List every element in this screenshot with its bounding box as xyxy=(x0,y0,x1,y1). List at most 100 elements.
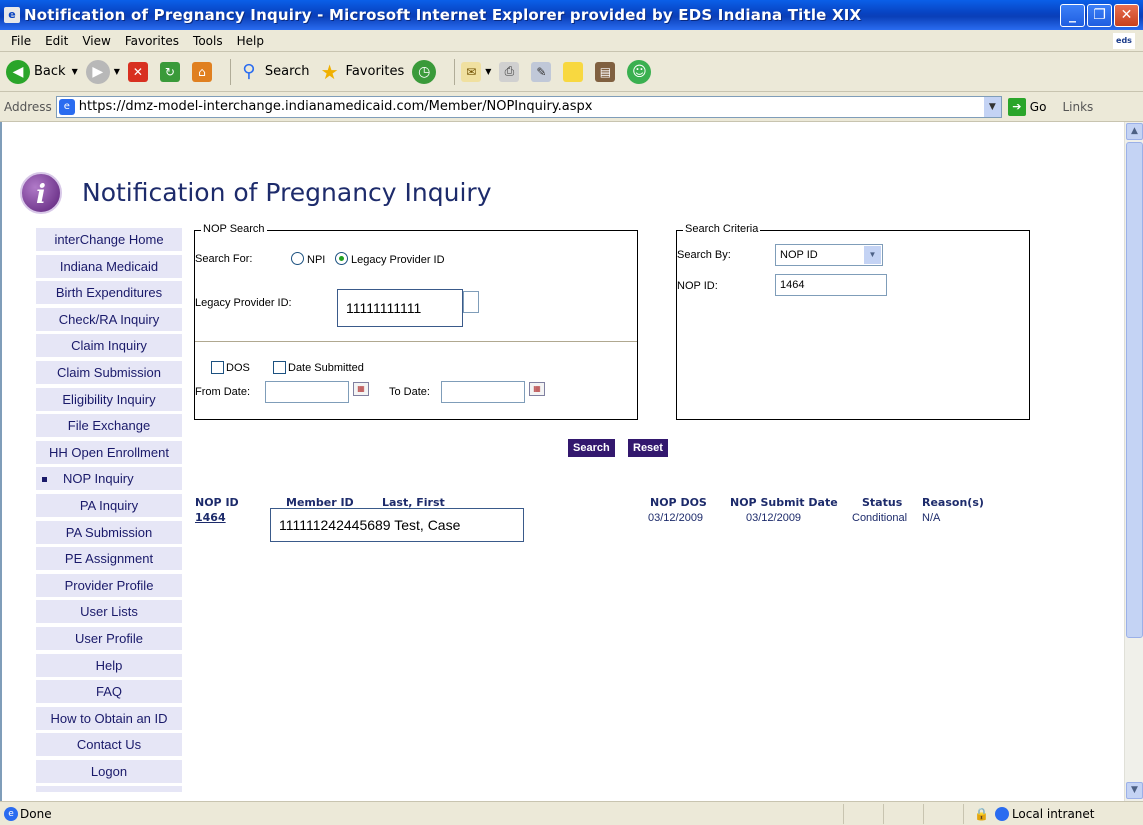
result-status: Conditional xyxy=(852,512,908,524)
close-button[interactable]: ✕ xyxy=(1114,3,1139,27)
address-input[interactable]: e https://dmz-model-interchange.indianam… xyxy=(55,95,1002,118)
to-date-input[interactable] xyxy=(441,381,525,403)
date-submitted-checkbox[interactable] xyxy=(273,361,286,374)
from-date-calendar-icon[interactable]: ▦ xyxy=(353,382,369,396)
security-zone: 🔒 Local intranet xyxy=(963,803,1143,824)
menu-bar: File Edit View Favorites Tools Help eds xyxy=(0,30,1143,52)
menu-tools[interactable]: Tools xyxy=(186,34,230,48)
to-date-calendar-icon[interactable]: ▦ xyxy=(529,382,545,396)
scroll-up-icon[interactable]: ▲ xyxy=(1126,123,1143,140)
scroll-down-icon[interactable]: ▼ xyxy=(1126,782,1143,799)
stop-icon: ✕ xyxy=(127,61,148,82)
menu-view[interactable]: View xyxy=(75,34,117,48)
status-pane xyxy=(843,803,883,824)
vertical-scrollbar[interactable]: ▲ ▼ xyxy=(1124,122,1143,801)
nop-id-input[interactable]: 1464 xyxy=(775,274,887,296)
nav-item-help[interactable]: Help xyxy=(36,653,182,677)
active-bullet-icon xyxy=(42,477,47,483)
status-pane xyxy=(883,803,923,824)
forward-button[interactable]: ▶ ▼ xyxy=(85,59,120,84)
nav-item-faq[interactable]: FAQ xyxy=(36,680,182,704)
lock-icon: 🔒 xyxy=(974,806,989,821)
edit-icon: ✎ xyxy=(531,61,552,82)
nav-item-user-profile[interactable]: User Profile xyxy=(36,626,182,650)
result-member-id-name: 111111242445689 Test, Case xyxy=(270,508,524,542)
legacy-provider-id-extra-input[interactable] xyxy=(463,291,479,313)
legacy-provider-id-input[interactable]: 11111111111 xyxy=(337,289,463,327)
toolbar: ◀ Back ▼ ▶ ▼ ✕ ↻ ⌂ ⚲ Search ★ Favorites … xyxy=(0,52,1143,92)
nop-id-label: NOP ID: xyxy=(677,280,718,292)
nav-item-indiana-medicaid[interactable]: Indiana Medicaid xyxy=(36,254,182,278)
nav-item-partial xyxy=(36,786,182,793)
nav-item-nop-inquiry[interactable]: NOP Inquiry xyxy=(36,467,182,491)
nav-item-pa-submission[interactable]: PA Submission xyxy=(36,520,182,544)
nav-item-birth-expenditures[interactable]: Birth Expenditures xyxy=(36,281,182,305)
globe-icon xyxy=(994,806,1009,821)
maximize-button[interactable]: ❐ xyxy=(1087,3,1112,27)
result-nop-id-link[interactable]: 1464 xyxy=(195,511,226,524)
date-submitted-label: Date Submitted xyxy=(288,362,364,374)
scrollbar-thumb[interactable] xyxy=(1126,142,1143,638)
messenger-button[interactable]: ☺ xyxy=(627,59,655,84)
search-label: Search xyxy=(264,64,310,79)
menu-help[interactable]: Help xyxy=(230,34,271,48)
info-logo-icon: i xyxy=(20,172,62,214)
go-button[interactable]: ➔ Go xyxy=(1007,97,1046,116)
search-by-select[interactable]: NOP ID ▼ xyxy=(775,244,883,266)
nop-search-legend: NOP Search xyxy=(201,223,267,235)
nav-item-file-exchange[interactable]: File Exchange xyxy=(36,414,182,438)
address-url: https://dmz-model-interchange.indianamed… xyxy=(78,99,593,114)
menu-favorites[interactable]: Favorites xyxy=(118,34,186,48)
nav-item-pa-inquiry[interactable]: PA Inquiry xyxy=(36,493,182,517)
menu-edit[interactable]: Edit xyxy=(38,34,75,48)
search-button[interactable]: Search xyxy=(568,439,615,457)
back-label: Back xyxy=(34,64,66,79)
research-button[interactable]: ▤ xyxy=(595,61,619,82)
window-title-bar[interactable]: e Notification of Pregnancy Inquiry - Mi… xyxy=(0,0,1143,30)
home-icon: ⌂ xyxy=(191,61,212,82)
col-header-nop-submit-date: NOP Submit Date xyxy=(730,496,838,509)
search-button[interactable]: ⚲ Search xyxy=(237,60,310,84)
address-bar: Address e https://dmz-model-interchange.… xyxy=(0,92,1143,122)
page-icon: e xyxy=(58,98,75,115)
menu-file[interactable]: File xyxy=(4,34,38,48)
address-dropdown-icon[interactable]: ▼ xyxy=(983,96,1001,117)
refresh-button[interactable]: ↻ xyxy=(159,61,184,82)
nav-item-how-to-obtain-id[interactable]: How to Obtain an ID xyxy=(36,706,182,730)
nav-item-claim-submission[interactable]: Claim Submission xyxy=(36,360,182,384)
nav-item-interchange-home[interactable]: interChange Home xyxy=(36,228,182,251)
notes-button[interactable] xyxy=(563,61,587,82)
back-button[interactable]: ◀ Back ▼ xyxy=(6,59,78,84)
col-header-nop-dos: NOP DOS xyxy=(650,496,707,509)
favorites-button[interactable]: ★ Favorites xyxy=(318,60,405,84)
stop-button[interactable]: ✕ xyxy=(127,61,152,82)
npi-radio-label: NPI xyxy=(307,254,326,266)
refresh-icon: ↻ xyxy=(159,61,180,82)
from-date-input[interactable] xyxy=(265,381,349,403)
history-icon: ◷ xyxy=(412,59,437,84)
print-button[interactable]: ⎙ xyxy=(499,61,523,82)
nav-item-user-lists[interactable]: User Lists xyxy=(36,600,182,624)
nav-item-provider-profile[interactable]: Provider Profile xyxy=(36,573,182,597)
links-button[interactable]: Links xyxy=(1062,100,1093,114)
reset-button[interactable]: Reset xyxy=(628,439,668,457)
npi-radio[interactable] xyxy=(291,252,304,265)
history-button[interactable]: ◷ xyxy=(412,59,440,84)
edit-button[interactable]: ✎ xyxy=(531,61,555,82)
eds-logo-icon: eds xyxy=(1113,32,1135,49)
mail-button[interactable]: ✉ ▼ xyxy=(461,61,491,82)
nav-item-hh-open-enrollment[interactable]: HH Open Enrollment xyxy=(36,440,182,464)
forward-arrow-icon: ▶ xyxy=(85,59,110,84)
nav-item-eligibility-inquiry[interactable]: Eligibility Inquiry xyxy=(36,387,182,411)
nav-item-contact-us[interactable]: Contact Us xyxy=(36,733,182,757)
nav-item-check-ra-inquiry[interactable]: Check/RA Inquiry xyxy=(36,307,182,331)
dos-checkbox[interactable] xyxy=(211,361,224,374)
nav-item-pe-assignment[interactable]: PE Assignment xyxy=(36,547,182,571)
nav-item-logon[interactable]: Logon xyxy=(36,759,182,783)
nav-item-claim-inquiry[interactable]: Claim Inquiry xyxy=(36,334,182,358)
minimize-button[interactable]: _ xyxy=(1060,3,1085,27)
home-button[interactable]: ⌂ xyxy=(191,61,216,82)
search-criteria-group: Search Criteria Search By: NOP ID ▼ NOP … xyxy=(676,223,1030,420)
status-text: Done xyxy=(20,806,52,821)
legacy-provider-radio[interactable] xyxy=(335,252,348,265)
